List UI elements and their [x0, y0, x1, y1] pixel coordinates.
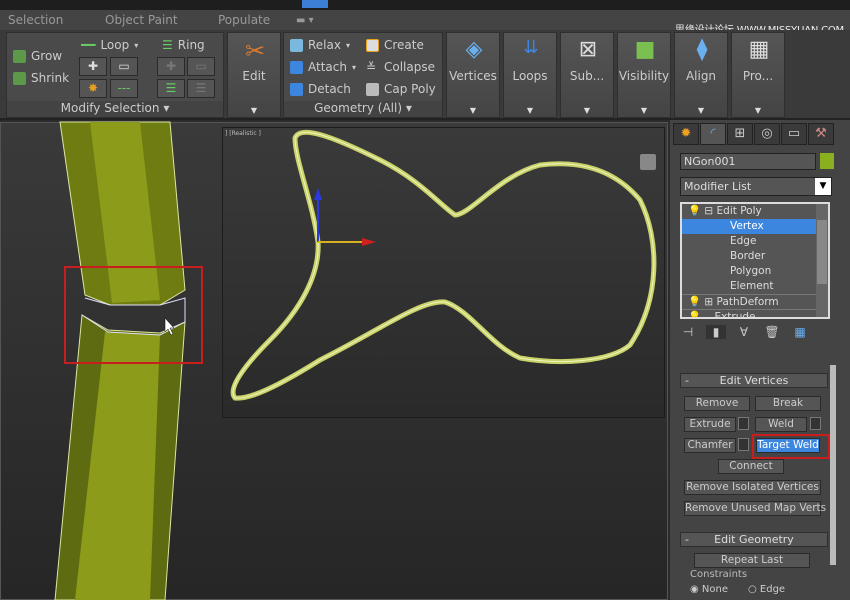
create-tab-icon[interactable]: ✹	[673, 123, 699, 145]
radio-label: Edge	[759, 584, 786, 595]
modify-tab-icon[interactable]: ◜	[700, 123, 726, 145]
extrude-button[interactable]: Extrude	[684, 417, 736, 432]
stack-label: Extrude	[714, 311, 756, 319]
edit-vertices-rollout-header[interactable]: - Edit Vertices	[680, 373, 828, 388]
make-unique-icon[interactable]: ∀	[734, 325, 754, 339]
stack-label: Polygon	[730, 265, 772, 277]
constraint-edge-radio[interactable]: ○ Edge	[748, 584, 785, 595]
highlight-box-target-weld	[752, 434, 830, 459]
rollout-title: Edit Vertices	[719, 374, 789, 387]
properties-icon: ▦	[748, 37, 770, 62]
command-panel-scrollbar[interactable]	[830, 365, 836, 565]
align-button[interactable]: ⧫ Align ▼	[674, 32, 728, 118]
chamfer-settings-icon[interactable]	[738, 438, 749, 451]
extrude-settings-icon[interactable]	[738, 417, 749, 430]
viewport-realistic[interactable]: ] [Realistic ]	[222, 127, 665, 418]
constraints-label: Constraints	[690, 569, 748, 580]
pin-stack-icon[interactable]: ⊣	[678, 325, 698, 339]
stack-tools: ⊣ ▮ ∀ 🗑 ▦	[678, 325, 810, 339]
break-button[interactable]: Break	[755, 396, 821, 411]
show-end-result-icon[interactable]: ▮	[706, 325, 726, 339]
motion-tab-icon[interactable]: ◎	[754, 123, 780, 145]
align-label: Align	[685, 69, 717, 83]
object-name-field[interactable]: NGon001	[680, 153, 816, 170]
rollout-title: Edit Geometry	[714, 533, 794, 546]
remove-isolated-vertices-button[interactable]: Remove Isolated Vertices	[684, 480, 821, 495]
properties-label: Pro...	[742, 69, 774, 83]
stack-scrollbar[interactable]	[816, 204, 828, 317]
repeat-last-button[interactable]: Repeat Last	[694, 553, 810, 568]
constraint-none-radio[interactable]: ◉ None	[690, 584, 728, 595]
remove-button[interactable]: Remove	[684, 396, 750, 411]
viewport-label[interactable]: ] [Realistic ]	[225, 130, 261, 137]
object-color-swatch[interactable]	[820, 153, 834, 169]
viewcube-icon[interactable]	[640, 154, 656, 170]
stack-label: Border	[730, 250, 766, 262]
display-tab-icon[interactable]: ▭	[781, 123, 807, 145]
modifier-list-dropdown[interactable]: Modifier List ▼	[680, 177, 832, 196]
stack-item-element[interactable]: Element	[682, 279, 828, 294]
weld-button[interactable]: Weld	[755, 417, 807, 432]
utilities-tab-icon[interactable]: ⚒	[808, 123, 834, 145]
remove-modifier-icon[interactable]: 🗑	[762, 325, 782, 339]
connect-button[interactable]: Connect	[718, 459, 784, 474]
stack-item-vertex[interactable]: Vertex	[682, 219, 828, 234]
command-panel: ✹ ◜ ⊞ ◎ ▭ ⚒ NGon001 Modifier List ▼ 💡 ⊟ E…	[670, 120, 850, 600]
stack-item-extrude[interactable]: 💡 Extrude	[682, 309, 828, 319]
properties-button[interactable]: ▦ Pro... ▼	[731, 32, 785, 118]
weld-settings-icon[interactable]	[810, 417, 821, 430]
edit-geometry-rollout-header[interactable]: - Edit Geometry	[680, 532, 828, 547]
stack-item-polygon[interactable]: Polygon	[682, 264, 828, 279]
stack-item-border[interactable]: Border	[682, 249, 828, 264]
stack-label: Edit Poly	[716, 205, 762, 217]
stack-item-pathdeform[interactable]: 💡 ⊞ PathDeform	[682, 294, 828, 309]
align-icon: ⧫	[696, 37, 708, 62]
stack-item-edge[interactable]: Edge	[682, 234, 828, 249]
configure-modifier-sets-icon[interactable]: ▦	[790, 325, 810, 339]
stack-item-edit-poly[interactable]: 💡 ⊟ Edit Poly	[682, 204, 828, 219]
hierarchy-tab-icon[interactable]: ⊞	[727, 123, 753, 145]
stack-label: Element	[730, 280, 774, 292]
highlight-box-vertices	[64, 266, 203, 364]
modifier-stack: 💡 ⊟ Edit Poly Vertex Edge Border Polygon…	[680, 202, 830, 319]
stack-label: Vertex	[730, 220, 764, 232]
remove-unused-map-verts-button[interactable]: Remove Unused Map Verts	[684, 501, 826, 516]
chamfer-button[interactable]: Chamfer	[684, 438, 736, 453]
chevron-down-icon: ▼	[815, 178, 831, 195]
stack-label: PathDeform	[716, 296, 779, 308]
collapse-toggle: -	[685, 533, 689, 546]
stack-label: Edge	[730, 235, 757, 247]
command-panel-tabs: ✹ ◜ ⊞ ◎ ▭ ⚒	[673, 123, 834, 145]
radio-label: None	[701, 584, 728, 595]
collapse-toggle: -	[685, 374, 689, 387]
modifier-list-label: Modifier List	[684, 180, 752, 193]
